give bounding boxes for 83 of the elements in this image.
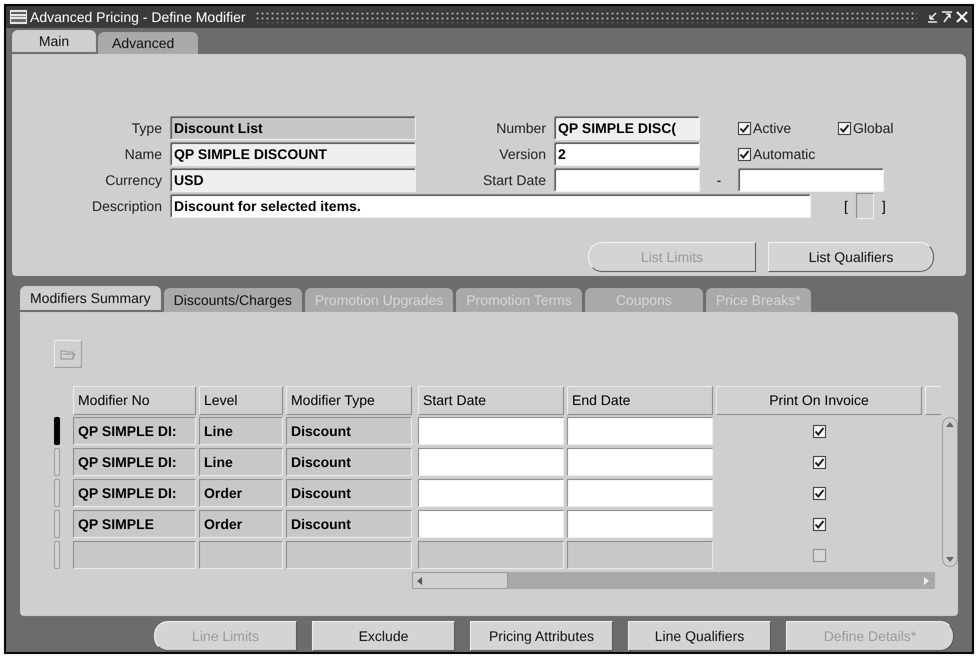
date-field[interactable] [418, 510, 564, 538]
range-dash: - [716, 170, 722, 190]
tab[interactable]: Main [12, 30, 96, 52]
vertical-scrollbar[interactable] [942, 417, 958, 567]
column-header: End Date [567, 386, 713, 415]
column-header: Modifier No [73, 386, 196, 415]
date-field[interactable] [567, 479, 713, 507]
checkbox[interactable] [812, 486, 826, 500]
column-header [925, 386, 941, 415]
checkbox-label: Automatic [753, 144, 816, 164]
bracket: ] [882, 196, 886, 216]
checkbox[interactable] [812, 424, 826, 438]
checkbox-label: Global [853, 118, 894, 138]
tab[interactable]: Modifiers Summary [20, 286, 161, 310]
table-cell: Discount [286, 417, 412, 445]
field-label: Type [130, 118, 163, 138]
maximize-icon[interactable] [941, 11, 953, 23]
field-label: Description [90, 196, 163, 216]
flexfield-box[interactable] [856, 193, 874, 219]
field-label: Start Date [482, 170, 547, 190]
table-cell: Discount [286, 448, 412, 476]
row-indicator[interactable] [54, 448, 60, 476]
tab[interactable]: Advanced [98, 32, 198, 54]
date-field[interactable] [418, 448, 564, 476]
table-cell: Order [199, 479, 283, 507]
date-field[interactable] [567, 448, 713, 476]
row-indicator[interactable] [54, 541, 60, 569]
scroll-left-icon[interactable] [417, 576, 422, 584]
text-field[interactable]: QP SIMPLE DISCOUNT [170, 142, 416, 166]
table-cell: QP SIMPLE DI: [73, 448, 196, 476]
checkbox[interactable] [812, 548, 826, 562]
action-button[interactable]: List Qualifiers [768, 242, 934, 272]
date-field[interactable] [418, 417, 564, 445]
table-cell: Discount [286, 479, 412, 507]
checkbox[interactable] [738, 122, 751, 134]
date-field[interactable] [567, 541, 713, 569]
row-indicator[interactable] [54, 510, 60, 538]
text-field[interactable] [554, 168, 700, 192]
table-cell: Line [199, 417, 283, 445]
date-field[interactable] [418, 541, 564, 569]
column-header: Start Date [418, 386, 564, 415]
scroll-up-icon[interactable] [946, 422, 954, 427]
folder-button[interactable] [54, 340, 82, 368]
action-button[interactable]: Pricing Attributes [470, 621, 613, 651]
checkbox-label: Active [753, 118, 792, 138]
checkbox[interactable] [838, 122, 851, 134]
close-icon[interactable] [956, 11, 968, 23]
table-cell: Order [199, 510, 283, 538]
field-label: Version [498, 144, 547, 164]
date-field[interactable] [567, 510, 713, 538]
field-label: Currency [104, 170, 163, 190]
horizontal-scrollbar[interactable] [412, 572, 935, 589]
window-title: Advanced Pricing - Define Modifier [30, 8, 246, 27]
date-field[interactable] [418, 479, 564, 507]
table-cell: QP SIMPLE DI: [73, 479, 196, 507]
text-field[interactable]: Discount for selected items. [170, 194, 811, 218]
row-indicator[interactable] [54, 479, 60, 507]
text-field[interactable]: QP SIMPLE DISC( [554, 116, 700, 140]
action-button[interactable]: Line Qualifiers [628, 621, 771, 651]
scroll-right-icon[interactable] [924, 576, 929, 584]
bracket: [ [844, 196, 848, 216]
column-header: Modifier Type [286, 386, 412, 415]
table-cell: Line [199, 448, 283, 476]
table-cell: Discount [286, 510, 412, 538]
table-cell: QP SIMPLE DI: [73, 417, 196, 445]
text-field[interactable]: Discount List [170, 116, 416, 140]
minimize-icon[interactable] [926, 11, 938, 23]
text-field[interactable]: USD [170, 168, 416, 192]
scroll-down-icon[interactable] [946, 557, 954, 562]
checkbox[interactable] [812, 518, 826, 530]
field-label: Number [495, 118, 547, 138]
text-field[interactable] [738, 168, 884, 192]
field-label: Name [124, 144, 163, 164]
checkbox[interactable] [812, 456, 826, 468]
action-button[interactable]: Exclude [312, 621, 455, 651]
column-header: Level [199, 386, 283, 415]
app-icon [10, 10, 27, 24]
table-cell: QP SIMPLE [73, 510, 196, 538]
text-field[interactable]: 2 [554, 142, 700, 166]
tab[interactable]: Discounts/Charges [164, 288, 302, 312]
checkbox[interactable] [738, 148, 751, 160]
date-field[interactable] [567, 417, 713, 445]
column-header: Print On Invoice [716, 386, 922, 415]
